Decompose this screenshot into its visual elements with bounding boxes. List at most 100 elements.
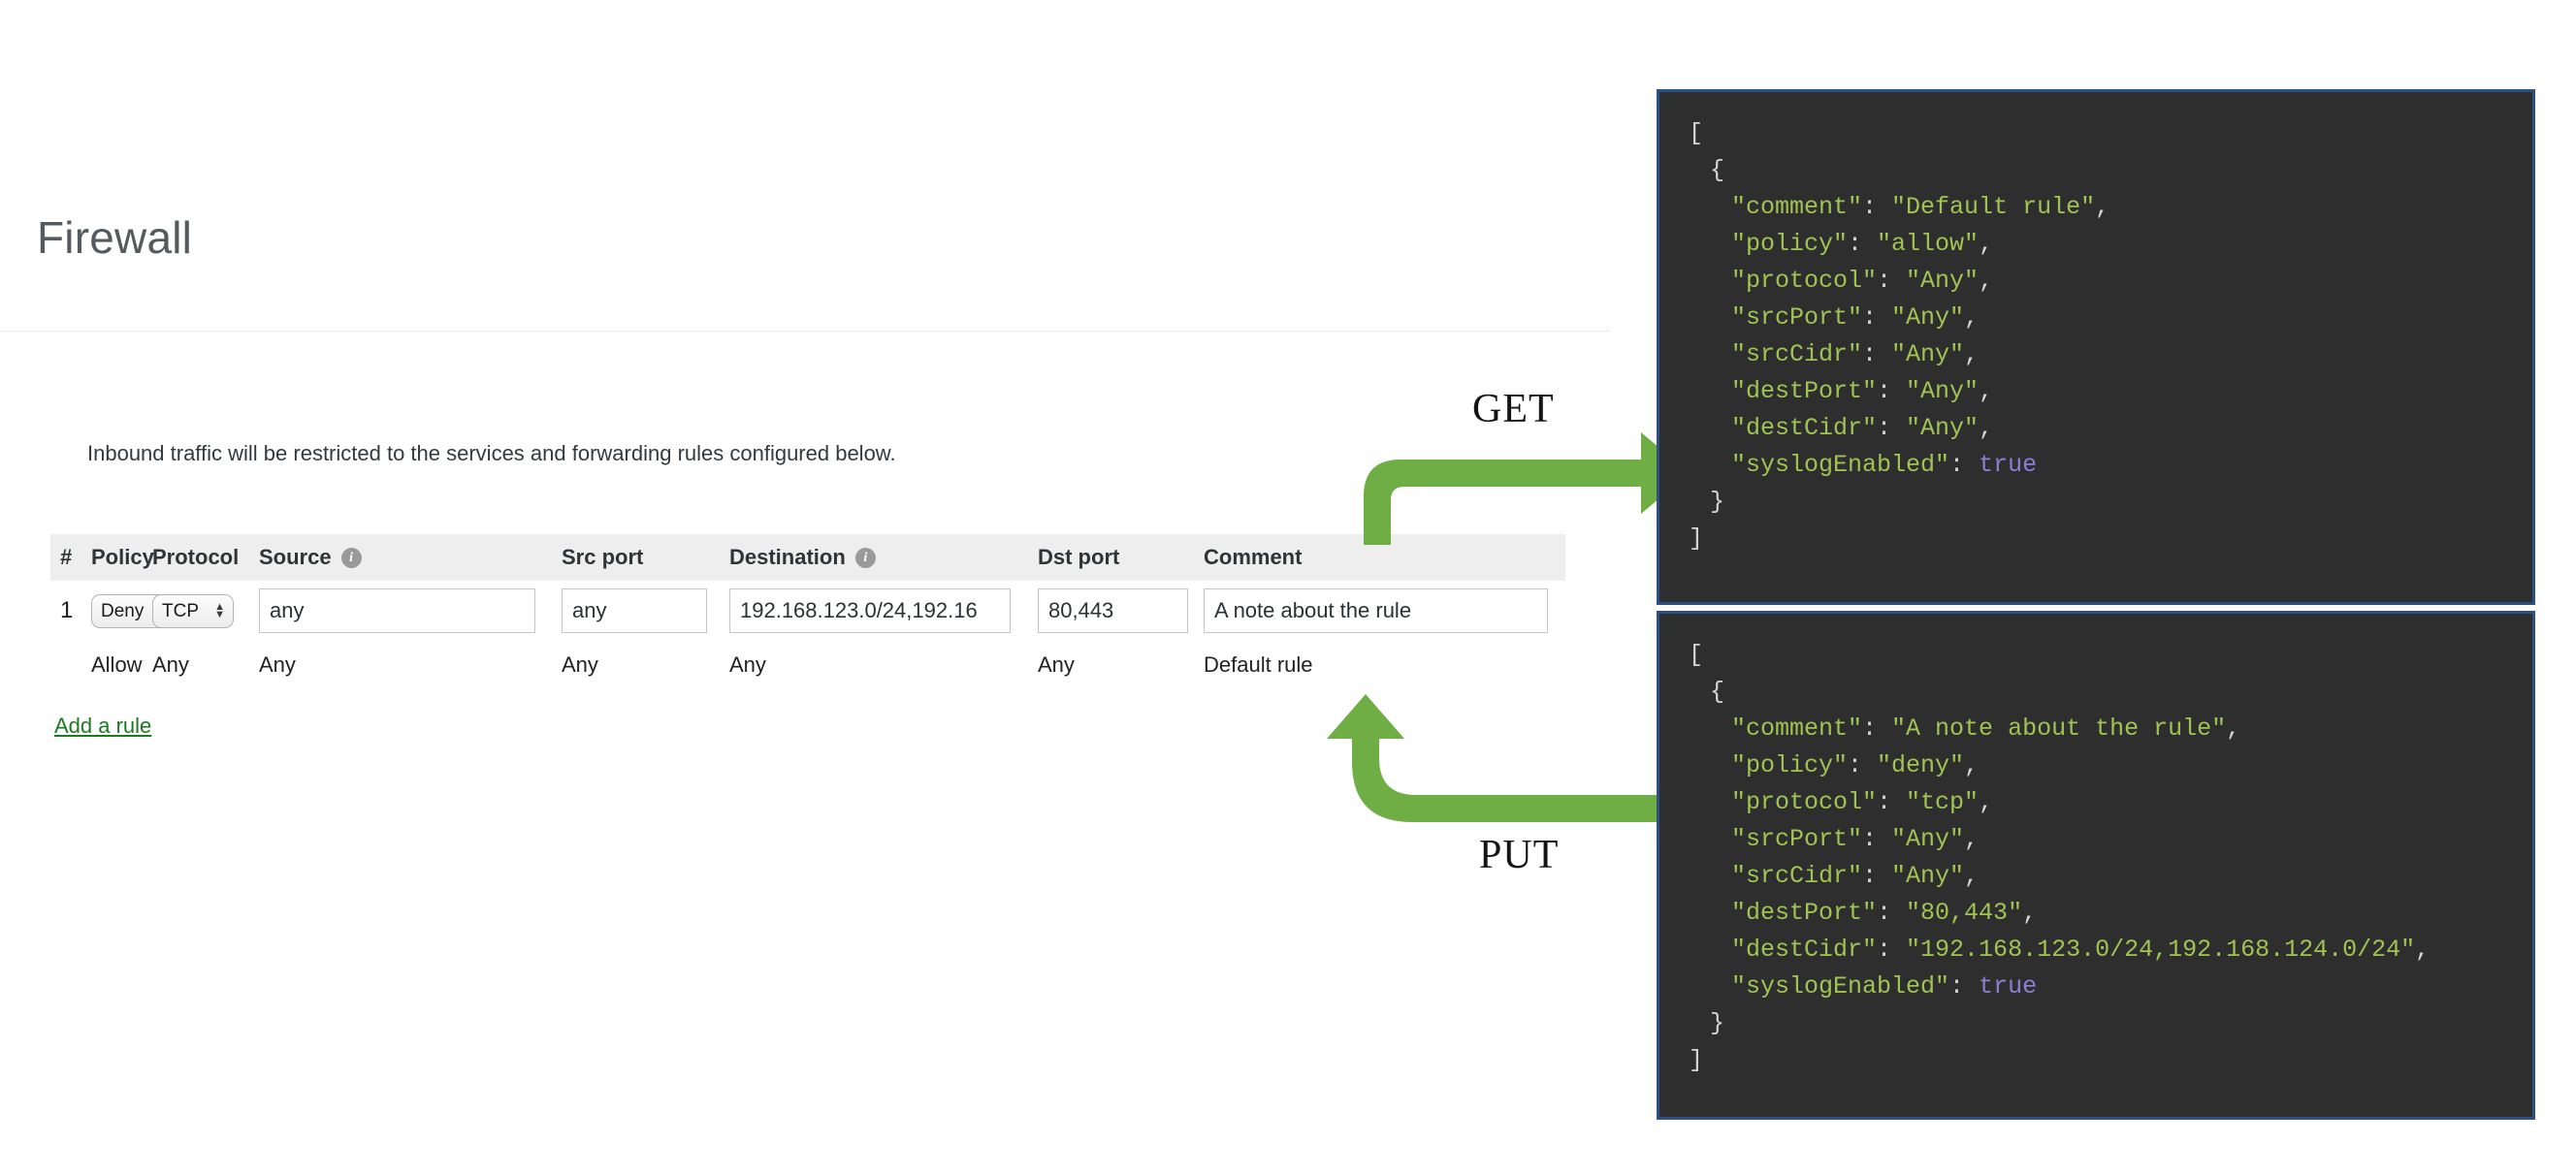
code-token: "srcPort" — [1731, 303, 1863, 332]
code-token: : — [1848, 751, 1878, 779]
comment-cell — [1204, 588, 1565, 633]
comment-input[interactable] — [1204, 588, 1548, 633]
source-cell — [259, 588, 562, 633]
column-label: Dst port — [1038, 545, 1120, 569]
code-token: "destCidr" — [1731, 936, 1878, 964]
code-token: , — [1979, 267, 1994, 295]
code-token: "destCidr" — [1731, 414, 1878, 442]
code-token: "A note about the rule" — [1891, 715, 2227, 743]
code-line: } — [1689, 484, 2532, 521]
code-token: true — [1979, 972, 2038, 1000]
code-token: , — [2095, 193, 2110, 221]
code-token: "allow" — [1877, 230, 1980, 258]
intro-text: Inbound traffic will be restricted to th… — [87, 441, 896, 465]
code-token: : — [1877, 414, 1907, 442]
column-label: Comment — [1204, 545, 1303, 569]
code-token: { — [1710, 678, 1725, 706]
column-header-src-port: Src port — [562, 534, 729, 581]
info-icon[interactable]: i — [854, 547, 876, 568]
code-token: : — [1877, 267, 1907, 295]
code-line: [ — [1689, 115, 2532, 152]
column-label: Destination — [729, 545, 846, 569]
code-token: "deny" — [1877, 751, 1965, 779]
code-token: : — [1862, 715, 1892, 743]
code-line: { — [1689, 674, 2532, 711]
protocol-select[interactable]: AnyTCPUDPICMP — [152, 593, 234, 628]
code-line: [ — [1689, 637, 2532, 674]
put-arrow-label: PUT — [1479, 833, 1560, 877]
code-token: , — [2415, 936, 2431, 964]
get-arrow-label: GET — [1472, 387, 1555, 431]
src-port-input[interactable] — [562, 588, 707, 633]
firewall-page: Firewall Inbound traffic will be restric… — [0, 0, 2576, 1175]
code-token: , — [1964, 340, 1980, 368]
code-token: "Any" — [1891, 825, 1965, 853]
default-src-port: Any — [562, 652, 598, 677]
default-policy: Allow — [91, 652, 143, 677]
info-icon[interactable]: i — [340, 547, 362, 568]
code-line: { — [1689, 152, 2532, 189]
code-token: : — [1862, 193, 1892, 221]
code-line: "srcCidr": "Any", — [1689, 336, 2532, 373]
page-title: Firewall — [37, 212, 193, 263]
code-token: "destPort" — [1731, 377, 1878, 405]
code-token: , — [1964, 825, 1980, 853]
code-token: "comment" — [1731, 715, 1863, 743]
get-response-code-panel: [{"comment": "Default rule", "policy": "a… — [1657, 89, 2535, 605]
column-label: Source — [259, 545, 332, 569]
code-token: "Any" — [1906, 267, 1980, 295]
code-token: : — [1877, 936, 1907, 964]
default-dst-port: Any — [1038, 652, 1075, 677]
code-token: "srcCidr" — [1731, 340, 1863, 368]
code-token: "192.168.123.0/24,192.168.124.0/24" — [1906, 936, 2416, 964]
code-token: "80,443" — [1906, 899, 2023, 927]
code-token: , — [1979, 788, 1994, 816]
source-input[interactable] — [259, 588, 535, 633]
code-token: "Any" — [1906, 377, 1980, 405]
code-token: , — [2022, 899, 2038, 927]
code-token: [ — [1689, 119, 1704, 147]
code-token: "Any" — [1891, 340, 1965, 368]
code-token: : — [1877, 899, 1907, 927]
column-header-number: # — [50, 534, 91, 581]
code-token: "Any" — [1891, 303, 1965, 332]
default-comment: Default rule — [1204, 652, 1313, 677]
code-line: "destCidr": "192.168.123.0/24,192.168.12… — [1689, 932, 2532, 969]
code-token: : — [1862, 862, 1892, 890]
table-row-editable: 1 AllowDeny ▲▼ AnyTCPUDPICMP ▲▼ — [50, 581, 1565, 641]
default-destination: Any — [729, 652, 766, 677]
column-header-policy: Policy — [91, 534, 154, 581]
code-token: "comment" — [1731, 193, 1863, 221]
add-rule-link[interactable]: Add a rule — [54, 714, 151, 739]
column-label: Protocol — [152, 545, 240, 569]
code-line: "comment": "A note about the rule", — [1689, 711, 2532, 747]
code-token: , — [1964, 751, 1980, 779]
put-arrow-icon — [1327, 694, 1660, 822]
code-token: : — [1862, 340, 1892, 368]
protocol-cell: AnyTCPUDPICMP ▲▼ — [152, 593, 259, 628]
code-token: "srcCidr" — [1731, 862, 1863, 890]
code-token: ] — [1689, 1046, 1704, 1074]
code-line: "comment": "Default rule", — [1689, 189, 2532, 226]
default-source: Any — [259, 652, 296, 677]
code-line: } — [1689, 1005, 2532, 1042]
column-label: Policy — [91, 545, 154, 569]
code-token: "protocol" — [1731, 267, 1878, 295]
code-token: : — [1877, 377, 1907, 405]
code-token: , — [1979, 377, 1994, 405]
code-token: , — [2226, 715, 2241, 743]
code-line: "destPort": "Any", — [1689, 373, 2532, 410]
code-token: "syslogEnabled" — [1731, 972, 1950, 1000]
destination-input[interactable] — [729, 588, 1011, 633]
code-token: "Default rule" — [1891, 193, 2096, 221]
code-token: { — [1710, 156, 1725, 184]
get-arrow-icon — [1364, 432, 1690, 545]
code-line: ] — [1689, 1042, 2532, 1079]
code-token: : — [1862, 303, 1892, 332]
code-token: "Any" — [1906, 414, 1980, 442]
code-token: , — [1979, 230, 1994, 258]
protocol-select-wrap: AnyTCPUDPICMP ▲▼ — [152, 593, 234, 628]
table-header-row: # Policy Protocol Source i Src port Desti… — [50, 534, 1565, 581]
title-divider — [0, 331, 1610, 332]
dst-port-input[interactable] — [1038, 588, 1188, 633]
